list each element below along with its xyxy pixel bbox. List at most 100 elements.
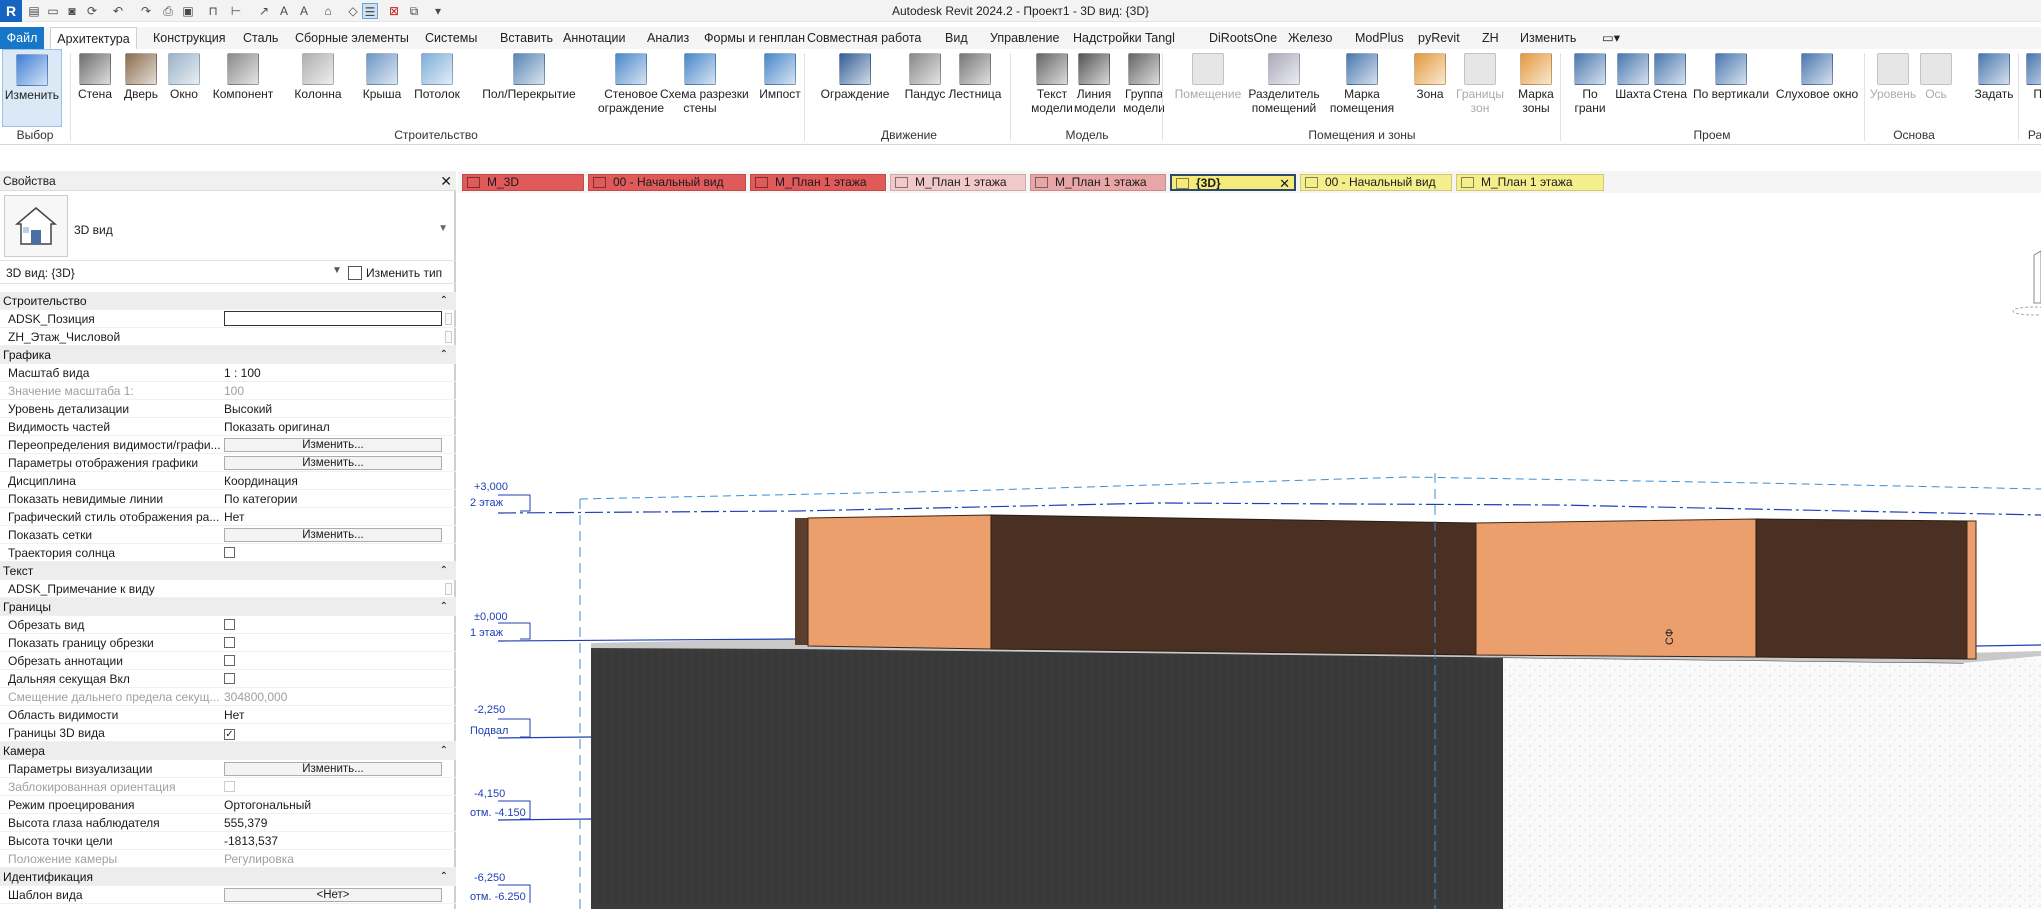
edit-type-button[interactable]: Изменить тип xyxy=(348,264,448,282)
property-value[interactable]: Нет xyxy=(224,706,442,724)
revit-logo[interactable]: R xyxy=(0,0,22,22)
area-boundary-button[interactable]: Границы зон xyxy=(1454,49,1506,127)
view-tab[interactable]: М_План 1 этажа xyxy=(890,174,1026,191)
open-icon[interactable]: ▭ xyxy=(45,3,61,19)
property-section[interactable]: Графика ⌃ xyxy=(0,346,456,364)
ramp-button[interactable]: Пандус xyxy=(900,49,950,127)
customize-icon[interactable]: ▾ xyxy=(430,3,446,19)
level-button[interactable]: Уровень xyxy=(1868,49,1918,127)
tab-11[interactable]: Управление xyxy=(990,27,1060,49)
ribbon-group-label[interactable]: Помещения и зоны xyxy=(1162,127,1562,144)
drawing-canvas[interactable]: +3,000 2 этаж ±0,000 1 этаж -2,250 Подвал -4,1… xyxy=(458,193,2041,909)
view-tab[interactable]: М_План 1 этажа xyxy=(1456,174,1604,191)
property-value[interactable]: -1813,537 xyxy=(224,832,442,850)
text-icon[interactable]: A xyxy=(296,3,312,19)
curtain-system-button[interactable]: Стеновое ограждение xyxy=(592,49,670,127)
tab-17[interactable]: pyRevit xyxy=(1418,27,1460,49)
tab-0[interactable]: Архитектура xyxy=(50,27,137,49)
tab-8[interactable]: Формы и генплан xyxy=(704,27,805,49)
property-value[interactable]: Показать оригинал xyxy=(224,418,442,436)
export-icon[interactable]: ▣ xyxy=(180,3,196,19)
room-tag-button[interactable]: Марка помещения xyxy=(1326,49,1398,127)
edit-button[interactable]: Изменить... xyxy=(224,456,442,470)
collapse-icon[interactable]: ⌃ xyxy=(440,742,448,760)
tag-icon[interactable]: ↗ xyxy=(256,3,272,19)
chevron-down-icon[interactable]: ▼ xyxy=(332,265,342,276)
window-button[interactable]: Окно xyxy=(162,49,206,127)
vertical-button[interactable]: По вертикали xyxy=(1690,49,1772,127)
home-3d-icon[interactable]: ⌂ xyxy=(320,3,336,19)
ceiling-button[interactable]: Потолок xyxy=(410,49,464,127)
edit-button[interactable]: Изменить... xyxy=(224,438,442,452)
checkbox[interactable] xyxy=(224,655,235,666)
view-tab[interactable]: M_3D xyxy=(462,174,584,191)
property-section[interactable]: Идентификация ⌃ xyxy=(0,868,456,886)
file-menu[interactable]: Файл xyxy=(0,27,44,49)
view-tab[interactable]: 00 - Начальный вид xyxy=(588,174,746,191)
level-name[interactable]: отм. -4.150 xyxy=(470,807,526,819)
text-icon[interactable]: A xyxy=(276,3,292,19)
edit-button[interactable]: Изменить... xyxy=(224,528,442,542)
edit-button[interactable]: <Нет> xyxy=(224,888,442,902)
area-tag-button[interactable]: Марка зоны xyxy=(1508,49,1564,127)
checkbox[interactable] xyxy=(224,637,235,648)
view-tab[interactable]: М_План 1 этажа xyxy=(750,174,886,191)
tab-7[interactable]: Анализ xyxy=(647,27,689,49)
property-value[interactable]: Координация xyxy=(224,472,442,490)
undo-icon[interactable]: ↶ xyxy=(110,3,126,19)
redo-icon[interactable]: ↷ xyxy=(138,3,154,19)
component-button[interactable]: Компонент xyxy=(210,49,276,127)
tab-5[interactable]: Вставить xyxy=(500,27,553,49)
level-name[interactable]: Подвал xyxy=(470,725,508,737)
tab-13[interactable]: Tangl xyxy=(1145,27,1175,49)
level-name[interactable]: 2 этаж xyxy=(470,497,504,509)
property-section[interactable]: Строительство ⌃ xyxy=(0,292,456,310)
checkbox[interactable]: ✓ xyxy=(224,729,235,740)
tab-9[interactable]: Совместная работа xyxy=(807,27,921,49)
view-tab[interactable]: {3D} ✕ xyxy=(1170,174,1296,191)
wall-button[interactable]: Стена xyxy=(72,49,118,127)
collapse-icon[interactable]: ⌃ xyxy=(440,598,448,616)
tab-6[interactable]: Аннотации xyxy=(563,27,625,49)
thin-lines-icon[interactable]: ☰ xyxy=(362,3,378,19)
model-group-button[interactable]: Группа модели xyxy=(1116,49,1172,127)
tab-16[interactable]: ModPlus xyxy=(1355,27,1404,49)
switch-windows-icon[interactable]: ⧉ xyxy=(406,3,422,19)
close-windows-icon[interactable]: ⊠ xyxy=(386,3,402,19)
panel-toggle-icon[interactable]: ▭▾ xyxy=(1602,27,1620,49)
value-scrollbar[interactable] xyxy=(445,313,452,325)
tab-4[interactable]: Системы xyxy=(425,27,477,49)
text-field[interactable] xyxy=(224,311,442,326)
property-value[interactable]: 1 : 100 xyxy=(224,364,442,382)
set-button[interactable]: Задать xyxy=(1964,49,2024,127)
chevron-down-icon[interactable]: ▼ xyxy=(438,223,448,234)
value-scrollbar[interactable] xyxy=(445,583,452,595)
collapse-icon[interactable]: ⌃ xyxy=(440,562,448,580)
ribbon-group-label[interactable]: Выбор xyxy=(0,127,70,144)
collapse-icon[interactable]: ⌃ xyxy=(440,346,448,364)
checkbox[interactable] xyxy=(224,619,235,630)
property-value[interactable]: 555,379 xyxy=(224,814,442,832)
tab-2[interactable]: Сталь xyxy=(243,27,278,49)
area-button[interactable]: Зона xyxy=(1410,49,1450,127)
room-separator-button[interactable]: Разделитель помещений xyxy=(1245,49,1323,127)
stair-button[interactable]: Лестница xyxy=(946,49,1004,127)
model-line-button[interactable]: Линия модели xyxy=(1074,49,1116,127)
tab-1[interactable]: Конструкция xyxy=(153,27,226,49)
shaft-button[interactable]: Шахта xyxy=(1612,49,1654,127)
room-button[interactable]: Помещение xyxy=(1170,49,1246,127)
close-icon[interactable]: ✕ xyxy=(440,171,452,191)
measure-icon[interactable]: ⊓ xyxy=(205,3,221,19)
view-tab[interactable]: М_План 1 этажа xyxy=(1030,174,1166,191)
print-icon[interactable]: ⎙ xyxy=(160,3,176,19)
tab-10[interactable]: Вид xyxy=(945,27,968,49)
property-section[interactable]: Границы ⌃ xyxy=(0,598,456,616)
checkbox[interactable] xyxy=(224,547,235,558)
tab-14[interactable]: DiRootsOne xyxy=(1209,27,1277,49)
show-button[interactable]: По xyxy=(2026,49,2041,127)
checkbox[interactable] xyxy=(224,673,235,684)
folder-open-icon[interactable]: ▤ xyxy=(26,3,42,19)
sync-icon[interactable]: ⟳ xyxy=(84,3,100,19)
property-value[interactable]: Высокий xyxy=(224,400,442,418)
edit-button[interactable]: Изменить... xyxy=(224,762,442,776)
